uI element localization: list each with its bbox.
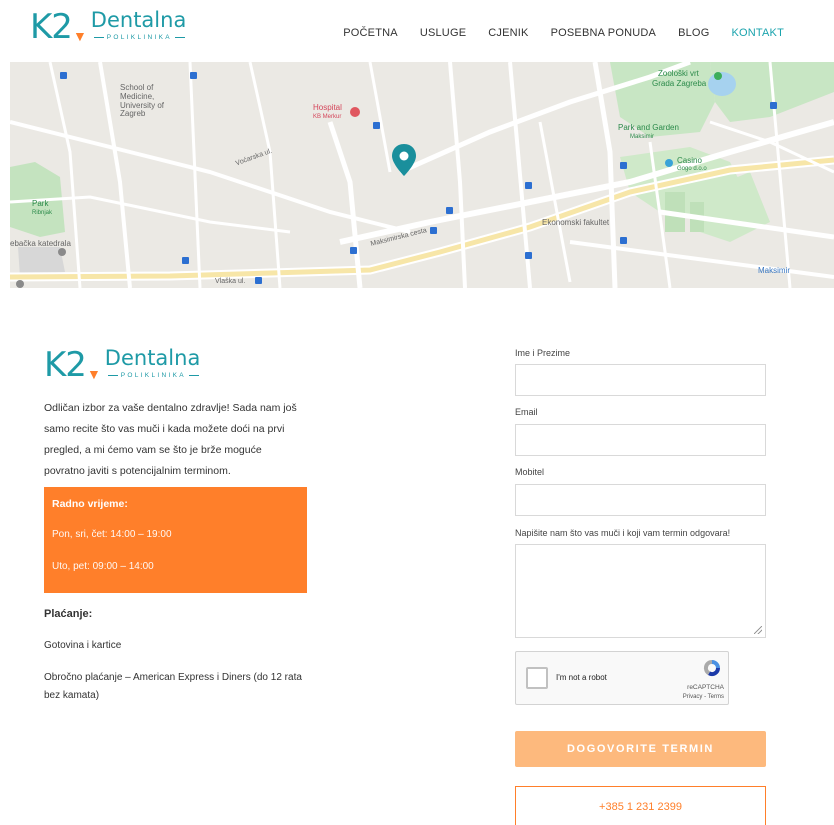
content-logo: K2 ▼ Dentalna POLIKLINIKA <box>44 345 202 385</box>
logo-words: Dentalna POLIKLINIKA <box>104 346 202 380</box>
call-phone-button[interactable]: +385 1 231 2399 <box>515 786 766 825</box>
message-textarea[interactable] <box>515 544 766 638</box>
payment-line-2: Obročno plaćanje – American Express i Di… <box>44 672 302 701</box>
nav-item-kontakt[interactable]: KONTAKT <box>731 27 784 39</box>
map-label-park-garden: Park and Garden <box>618 123 679 132</box>
hours-title: Radno vrijeme: <box>52 498 128 510</box>
recaptcha-label: I'm not a robot <box>556 673 607 682</box>
recaptcha-checkbox[interactable] <box>526 667 548 689</box>
map-label-vlaska: Vlaška ul. <box>215 278 246 285</box>
map-label-casino: Casino <box>677 156 702 165</box>
logo-words: Dentalna POLIKLINIKA <box>90 8 188 42</box>
logo-sub: POLIKLINIKA <box>105 372 202 379</box>
tooth-icon: ▼ <box>86 366 101 382</box>
logo-name: Dentalna <box>104 346 201 370</box>
hours-line-1: Pon, sri, čet: 14:00 – 19:00 <box>52 529 172 540</box>
logo-sub: POLIKLINIKA <box>91 34 188 41</box>
working-hours-box: Radno vrijeme: Pon, sri, čet: 14:00 – 19… <box>44 487 307 593</box>
site-logo[interactable]: K2 ▼ Dentalna POLIKLINIKA <box>30 7 188 47</box>
resize-grip-icon[interactable] <box>754 626 762 634</box>
message-label: Napišite nam što vas muči i koji vam ter… <box>515 528 731 538</box>
map-label-zoo-sub: Grada Zagreba <box>652 79 707 88</box>
nav-item-usluge[interactable]: USLUGE <box>420 27 466 39</box>
payment-title: Plaćanje: <box>44 608 93 620</box>
nav-item-blog[interactable]: BLOG <box>678 27 709 39</box>
nav-item-pocetna[interactable]: POČETNA <box>343 27 398 39</box>
recaptcha-terms[interactable]: Privacy - Terms <box>683 694 724 700</box>
recaptcha-brand: reCAPTCHA <box>687 684 724 691</box>
recaptcha-logo-icon <box>703 659 721 677</box>
logo-name: Dentalna <box>90 8 187 32</box>
hours-line-2: Uto, pet: 09:00 – 14:00 <box>52 561 154 572</box>
intro-text: Odličan izbor za vaše dentalno zdravlje!… <box>44 402 297 477</box>
recaptcha-widget: I'm not a robot reCAPTCHA Privacy - Term… <box>515 651 729 705</box>
map-label-park-sub: Ribnjak <box>32 210 53 216</box>
map-label-school: School of Medicine, University of Zagreb <box>120 83 165 119</box>
email-label: Email <box>515 407 538 417</box>
logo-mark: K2 <box>30 7 73 47</box>
map-label-park: Park <box>32 199 49 208</box>
book-appointment-button[interactable]: DOGOVORITE TERMIN <box>515 731 766 767</box>
phone-label: Mobitel <box>515 467 545 477</box>
location-map[interactable]: School of Medicine, University of Zagreb… <box>10 62 834 288</box>
payment-line-1: Gotovina i kartice <box>44 640 122 651</box>
logo-mark: K2 <box>44 345 87 385</box>
name-field[interactable] <box>515 364 766 396</box>
email-field[interactable] <box>515 424 766 456</box>
phone-field[interactable] <box>515 484 766 516</box>
nav-item-cjenik[interactable]: CJENIK <box>488 27 528 39</box>
name-label: Ime i Prezime <box>515 348 571 358</box>
main-nav: POČETNA USLUGE CJENIK POSEBNA PONUDA BLO… <box>343 27 784 39</box>
map-label-park-garden-sub: Maksimir <box>630 134 654 140</box>
site-header: K2 ▼ Dentalna POLIKLINIKA POČETNA USLUGE… <box>0 0 834 62</box>
map-label-casino-sub: Gogo d.o.o <box>677 166 707 172</box>
tooth-icon: ▼ <box>72 28 87 44</box>
map-label-maksimir: Maksimir <box>758 266 790 275</box>
map-label-ekonomski: Ekonomski fakultet <box>542 218 610 227</box>
map-label-hospital-sub: KB Merkur <box>313 114 342 120</box>
map-label-zoo: Zoološki vrt <box>658 69 699 78</box>
nav-item-posebna-ponuda[interactable]: POSEBNA PONUDA <box>551 27 657 39</box>
map-label-hospital: Hospital <box>313 103 342 112</box>
map-label-katedrala: ebačka katedrala <box>10 239 71 248</box>
